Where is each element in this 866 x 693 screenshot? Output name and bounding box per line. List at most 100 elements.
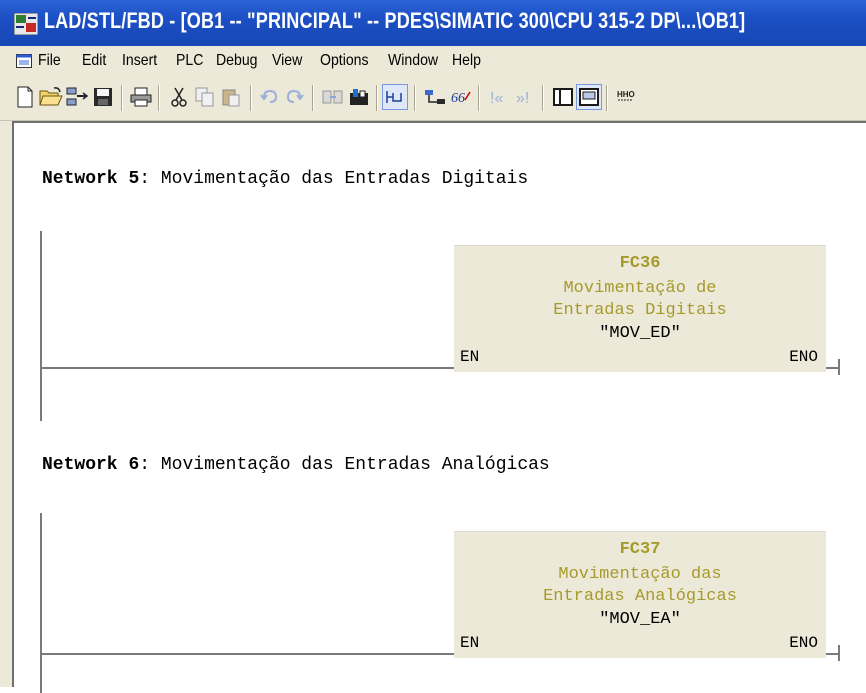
toolbar-separator [121,85,123,111]
menu-insert[interactable]: Insert [122,52,157,70]
ladder-view-button[interactable] [382,84,408,110]
toolbar-separator [158,85,160,111]
network-number: 6 [128,455,140,475]
paste-button[interactable] [218,84,244,110]
menu-debug[interactable]: Debug [216,52,257,70]
svg-text:66: 66 [451,91,465,106]
power-rail [40,513,42,693]
network-icon [425,90,445,104]
block-symbol: "MOV_EA" [599,610,681,629]
document-window-icon[interactable] [16,54,32,68]
power-rail [40,231,42,421]
rung-wire [40,653,454,655]
undo-button[interactable] [256,84,282,110]
rung-wire [40,367,454,369]
svg-text:!«: !« [490,90,503,106]
download-icon [322,90,343,104]
editor-window: LAD/STL/FBD - [OB1 -- "PRINCIPAL" -- PDE… [0,0,866,693]
accessible-nodes-button[interactable] [64,84,90,110]
network-label: Network [42,169,118,189]
print-icon [130,87,152,107]
en-pin[interactable]: EN [460,634,479,652]
menu-help[interactable]: Help [452,52,481,70]
network-comment: Movimentação das Entradas Analógicas [160,455,550,475]
copy-button[interactable] [192,84,218,110]
next-icon: »! [516,90,529,106]
block-description-line1: Movimentação das [558,565,722,584]
menu-file[interactable]: File [38,52,61,70]
menu-options[interactable]: Options [320,52,369,70]
previous-icon: !« [490,90,503,106]
monitor-icon: 66 [451,91,471,106]
menu-view[interactable]: View [272,52,302,70]
network-number: 5 [128,169,140,189]
block-symbol: "MOV_ED" [599,324,681,343]
menu-window[interactable]: Window [388,52,438,70]
toolbar-separator [606,85,608,111]
upload-icon [350,89,368,105]
new-button[interactable] [12,84,38,110]
toolbar-separator [542,85,544,111]
network-separator: : [139,455,151,475]
function-block-fc36[interactable]: FC36 Movimentação de Entradas Digitais "… [454,245,826,372]
redo-button[interactable] [282,84,308,110]
open-button[interactable] [38,84,64,110]
block-name: FC37 [619,540,661,559]
redo-icon [286,89,304,103]
program-editor[interactable]: Network 5: Movimentação das Entradas Dig… [12,121,866,693]
eno-pin[interactable]: ENO [789,348,818,366]
open-icon [39,87,63,106]
more-button[interactable]: HHO [612,84,638,110]
window-title: LAD/STL/FBD - [OB1 -- "PRINCIPAL" -- PDE… [44,8,746,33]
eno-output-tick [838,359,840,375]
network-comment: Movimentação das Entradas Digitais [160,169,529,189]
print-button[interactable] [128,84,154,110]
next-button[interactable]: »! [512,84,538,110]
download-button[interactable] [320,84,346,110]
copy-icon [195,87,214,107]
previous-button[interactable]: !« [486,84,512,110]
overview-button[interactable] [550,84,576,110]
cut-icon [171,87,187,107]
save-icon [94,88,112,106]
toolbar-separator [414,85,416,111]
en-pin[interactable]: EN [460,348,479,366]
title-bar[interactable]: LAD/STL/FBD - [OB1 -- "PRINCIPAL" -- PDE… [0,0,866,47]
function-block-fc37[interactable]: FC37 Movimentação das Entradas Analógica… [454,531,826,658]
ladder-view-icon [386,91,402,103]
network-label: Network [42,455,118,475]
block-name: FC36 [619,254,661,273]
block-description-line2: Entradas Analógicas [543,587,737,606]
eno-output-tick [838,645,840,661]
details-button[interactable] [576,84,602,110]
toolbar-separator [376,85,378,111]
network-5-title[interactable]: Network 5: Movimentação das Entradas Dig… [42,169,528,189]
save-button[interactable] [90,84,116,110]
toolbar: 66 !« »! HHO [0,76,866,121]
cut-button[interactable] [166,84,192,110]
block-description-line1: Movimentação de [563,279,717,298]
more-icon: HHO [617,90,635,101]
accessible-nodes-icon [66,87,89,106]
app-icon [14,13,38,35]
toolbar-separator [312,85,314,111]
menu-plc[interactable]: PLC [176,52,203,70]
menu-bar: File Edit Insert PLC Debug View Options … [0,46,866,76]
toolbar-separator [478,85,480,111]
overview-icon [553,88,573,106]
network-6-title[interactable]: Network 6: Movimentação das Entradas Ana… [42,455,550,475]
upload-button[interactable] [346,84,372,110]
undo-icon [260,89,278,103]
eno-pin[interactable]: ENO [789,634,818,652]
new-icon [17,86,33,108]
network-button[interactable] [422,84,448,110]
menu-edit[interactable]: Edit [82,52,106,70]
monitor-button[interactable]: 66 [448,84,474,110]
paste-icon [222,89,240,107]
toolbar-separator [250,85,252,111]
block-description-line2: Entradas Digitais [553,301,727,320]
svg-text:HHO: HHO [617,90,635,99]
details-icon [579,88,599,106]
network-separator: : [139,169,151,189]
svg-text:»!: »! [516,90,529,106]
